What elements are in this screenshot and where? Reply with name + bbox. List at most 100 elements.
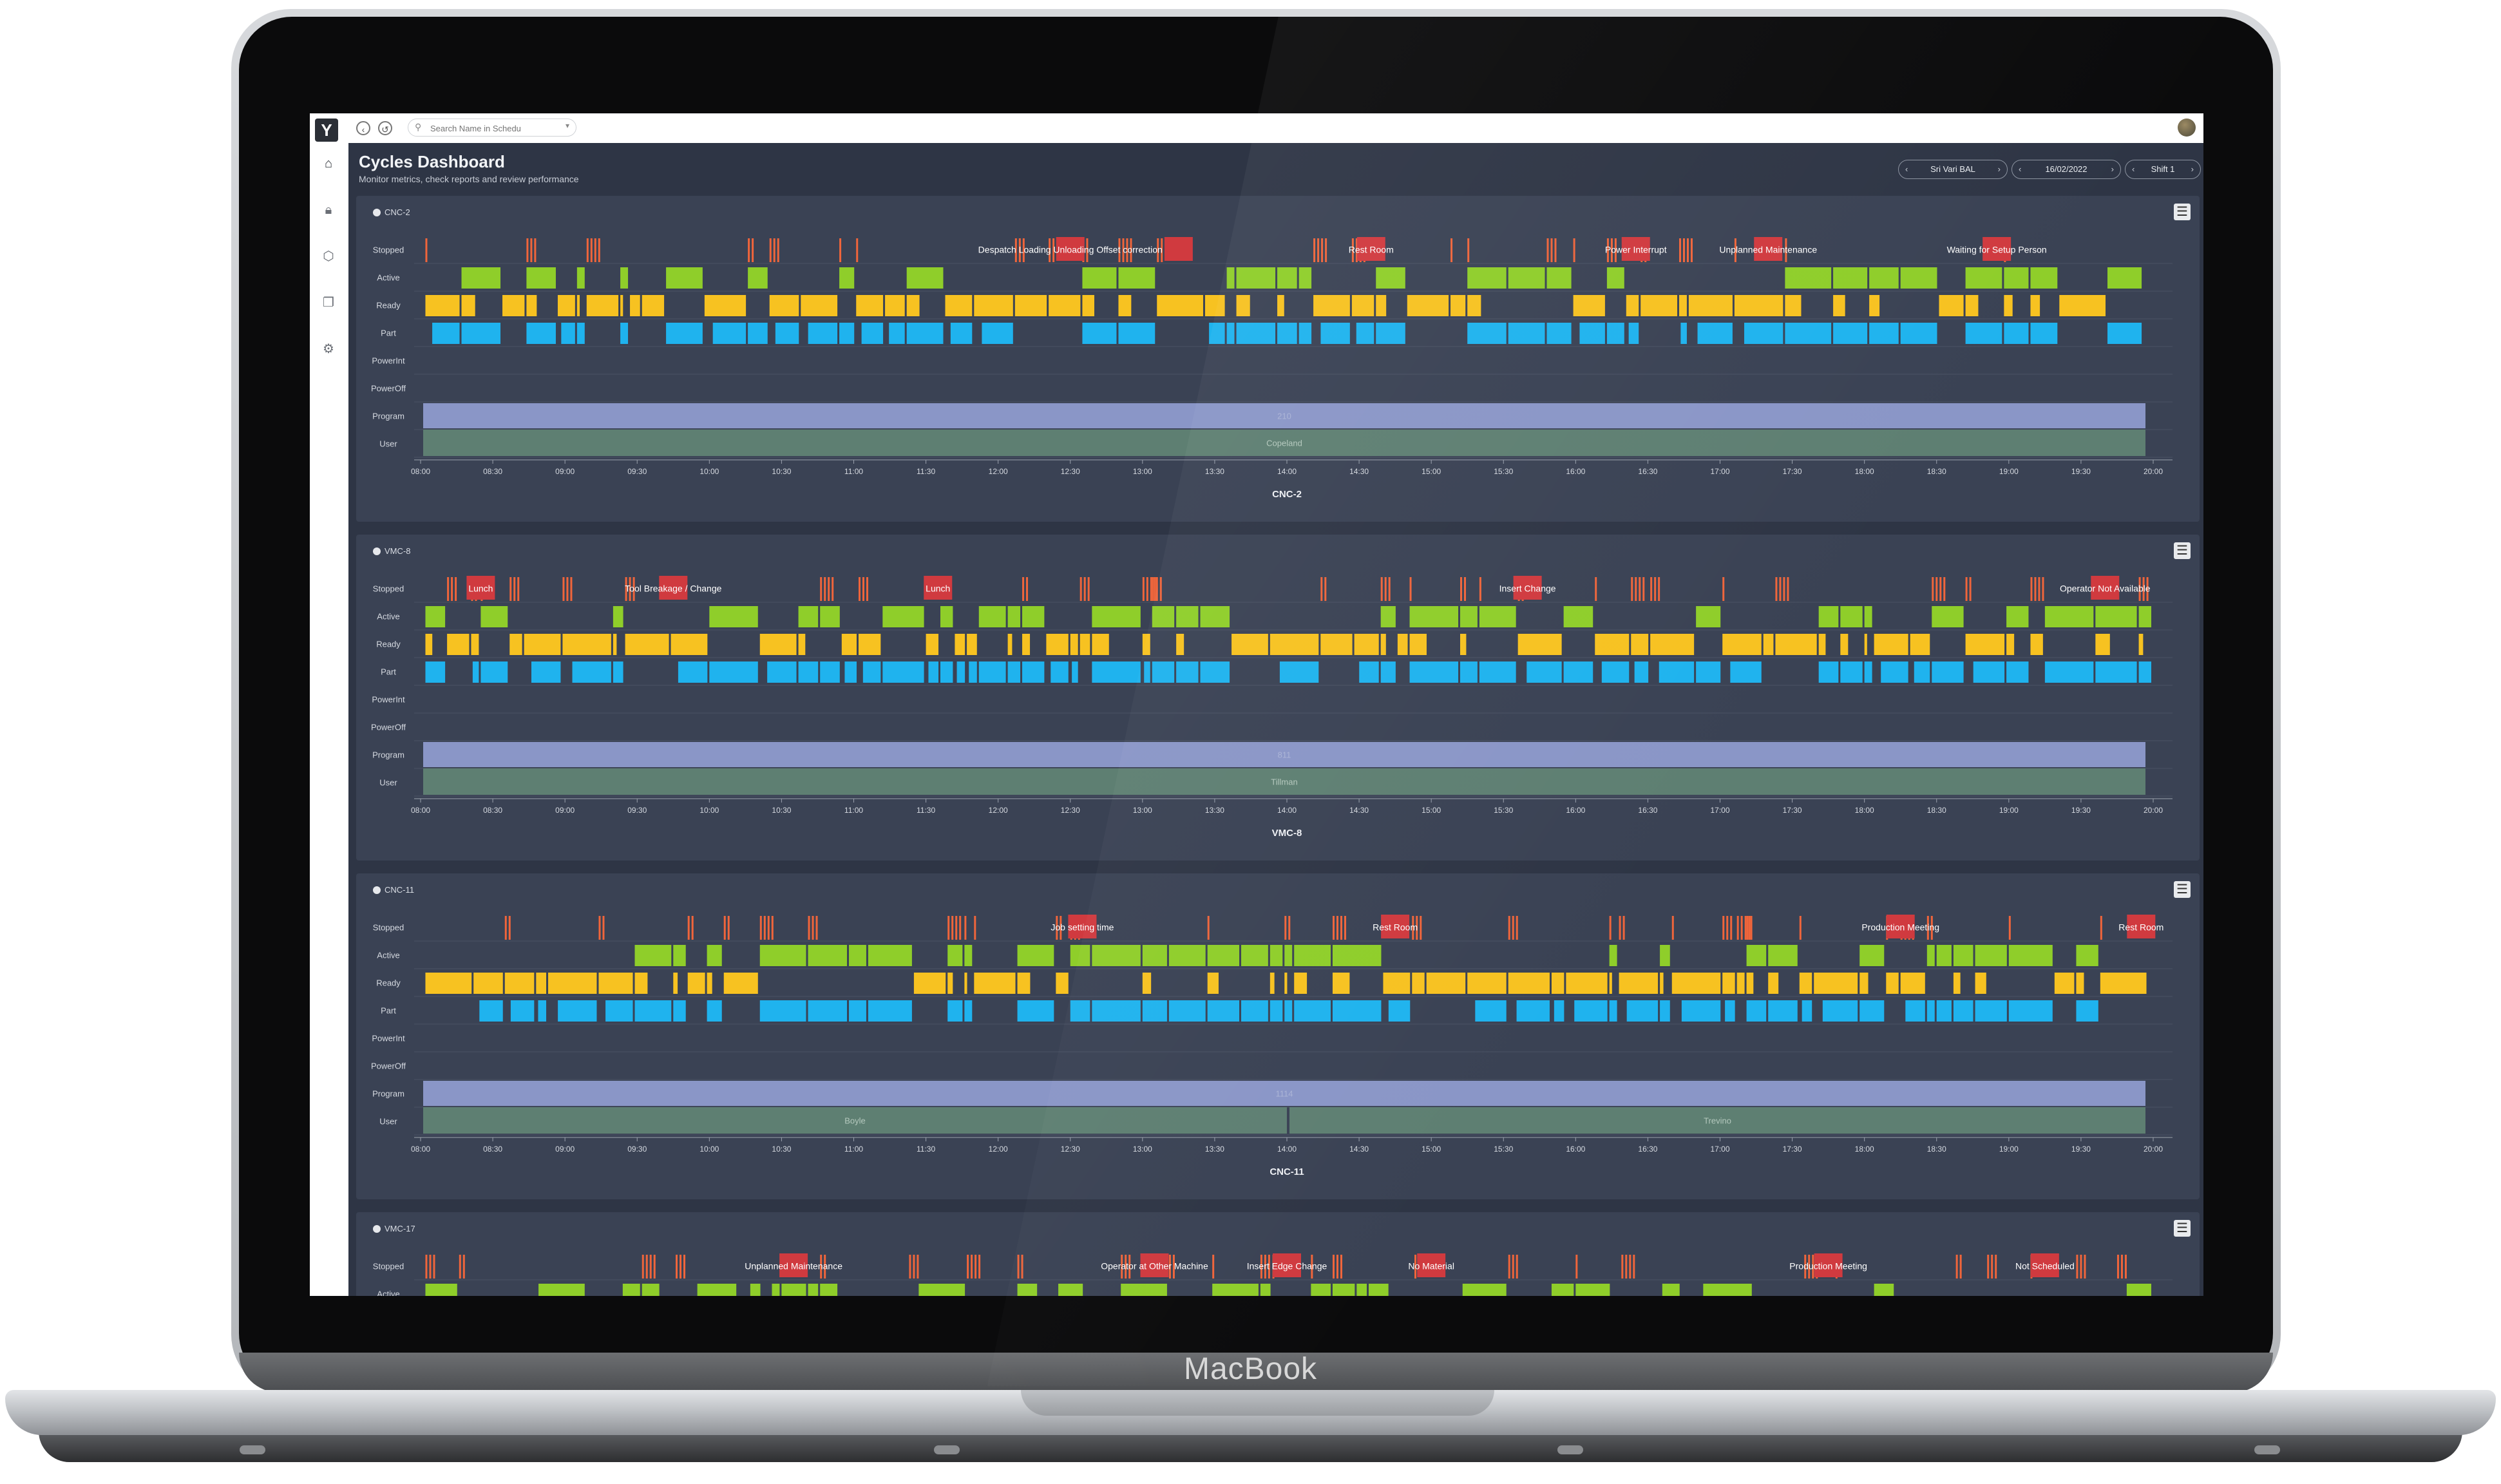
stop-tick[interactable] [462,1255,465,1279]
ready-segment[interactable] [1722,634,1762,655]
part-segment[interactable] [1785,323,1832,344]
stop-tick[interactable] [2084,1255,2086,1279]
ready-segment[interactable] [1619,973,1659,994]
ready-segment[interactable] [1022,634,1031,655]
part-segment[interactable] [425,661,446,683]
stop-tick[interactable] [691,916,694,940]
ready-segment[interactable] [1142,634,1150,655]
active-segment[interactable] [1356,1284,1367,1296]
chevron-left-icon[interactable]: ‹ [2132,160,2135,178]
active-segment[interactable] [1284,945,1293,966]
active-segment[interactable] [1332,945,1382,966]
part-segment[interactable] [1092,1000,1141,1022]
part-segment[interactable] [1236,323,1276,344]
stop-tick[interactable] [951,916,954,940]
ready-segment[interactable] [630,295,640,316]
ready-segment[interactable] [1207,973,1219,994]
active-segment[interactable] [1241,945,1268,966]
active-segment[interactable] [1118,267,1155,289]
stop-tick[interactable] [653,1255,656,1279]
stop-tick[interactable] [1336,1255,1338,1279]
active-segment[interactable] [1467,267,1507,289]
ready-segment[interactable] [620,295,623,316]
stop-tick[interactable] [1321,238,1324,262]
stop-tick[interactable] [1479,577,1481,601]
part-segment[interactable] [2004,323,2029,344]
active-segment[interactable] [1768,945,1798,966]
ready-segment[interactable] [1678,295,1687,316]
part-segment[interactable] [620,323,629,344]
part-segment[interactable] [634,1000,672,1022]
part-segment[interactable] [1609,1000,1617,1022]
stop-tick[interactable] [1686,238,1689,262]
ready-segment[interactable] [885,295,905,316]
ready-segment[interactable] [1270,634,1319,655]
ready-segment[interactable] [504,973,535,994]
part-segment[interactable] [558,1000,597,1022]
ready-segment[interactable] [1939,295,1964,316]
ready-segment[interactable] [1953,973,1961,994]
active-segment[interactable] [1840,606,1863,627]
stop-tick[interactable] [777,238,779,262]
part-segment[interactable] [1932,661,1964,683]
active-segment[interactable] [1152,606,1175,627]
ready-segment[interactable] [798,634,806,655]
ready-segment[interactable] [1017,973,1031,994]
stop-tick[interactable] [856,238,859,262]
stop-tick[interactable] [1460,577,1462,601]
active-segment[interactable] [1864,606,1872,627]
stop-tick[interactable] [1935,577,1938,601]
stop-tick[interactable] [1340,1255,1342,1279]
active-segment[interactable] [1818,606,1839,627]
ready-segment[interactable] [1313,295,1350,316]
ready-segment[interactable] [2006,634,2015,655]
part-segment[interactable] [1975,1000,2007,1022]
ready-segment[interactable] [1508,973,1550,994]
stop-tick[interactable] [1609,916,1612,940]
part-segment[interactable] [1092,661,1141,683]
stop-tick[interactable] [1619,916,1621,940]
stop-tick[interactable] [425,238,428,262]
ready-segment[interactable] [562,634,611,655]
stop-tick[interactable] [645,1255,648,1279]
stop-tick[interactable] [586,238,589,262]
ready-segment[interactable] [906,295,920,316]
part-segment[interactable] [1973,661,2005,683]
ready-segment[interactable] [967,634,977,655]
ready-segment[interactable] [1332,973,1350,994]
stop-tick[interactable] [723,916,726,940]
active-segment[interactable] [526,267,556,289]
ready-segment[interactable] [509,634,522,655]
ready-segment[interactable] [947,973,953,994]
chevron-right-icon[interactable]: › [2191,160,2194,178]
ready-segment[interactable] [642,295,665,316]
stop-tick[interactable] [590,238,593,262]
active-segment[interactable] [480,606,508,627]
stop-reason-block[interactable] [1164,237,1193,261]
active-segment[interactable] [1859,945,1885,966]
stop-tick[interactable] [1969,577,1972,601]
stop-tick[interactable] [1288,916,1291,940]
ready-segment[interactable] [1660,973,1664,994]
stop-tick[interactable] [1022,577,1025,601]
active-segment[interactable] [1932,606,1964,627]
stop-tick[interactable] [1512,916,1514,940]
ready-segment[interactable] [1277,295,1284,316]
part-segment[interactable] [839,323,855,344]
active-segment[interactable] [759,945,806,966]
active-segment[interactable] [882,606,924,627]
active-segment[interactable] [808,945,848,966]
part-segment[interactable] [1696,661,1721,683]
part-segment[interactable] [1294,1000,1331,1022]
chevron-right-icon[interactable]: › [2111,160,2114,178]
part-segment[interactable] [798,661,819,683]
stop-tick[interactable] [839,238,842,262]
ready-segment[interactable] [1874,634,1908,655]
ready-segment[interactable] [2004,295,2013,316]
stop-tick[interactable] [683,1255,686,1279]
stop-tick[interactable] [1344,916,1346,940]
part-segment[interactable] [480,661,508,683]
active-segment[interactable] [772,1284,780,1296]
ready-segment[interactable] [1351,295,1374,316]
ready-segment[interactable] [2138,634,2144,655]
